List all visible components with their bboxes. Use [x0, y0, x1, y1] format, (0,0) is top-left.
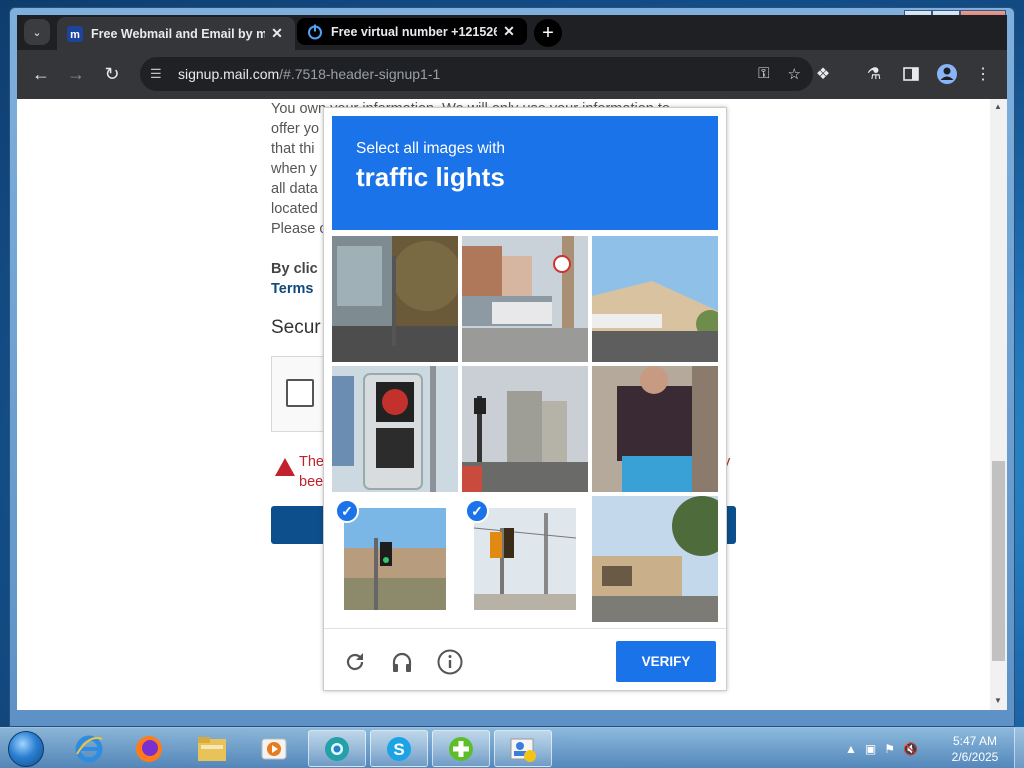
system-tray: ▲ ▣ ⚑ 🔇	[845, 728, 918, 768]
svg-text:m: m	[70, 29, 80, 41]
terms-link[interactable]: Terms	[271, 279, 318, 299]
scroll-thumb[interactable]	[992, 461, 1005, 661]
clock-time: 5:47 AM	[952, 734, 998, 748]
extensions-icon[interactable]: ❖	[812, 62, 834, 86]
url-host: signup.mail.com	[178, 66, 280, 82]
page-scrollbar[interactable]: ▲ ▼	[990, 99, 1007, 710]
side-panel-icon[interactable]	[900, 62, 922, 86]
action-center-flag-icon[interactable]: ⚑	[884, 742, 895, 756]
contacts-app-icon[interactable]	[494, 730, 552, 767]
tab-mail-com[interactable]: m Free Webmail and Email by mail.com ✕	[57, 17, 295, 50]
captcha-tile[interactable]	[462, 236, 588, 362]
tab-bar: ⌄ m Free Webmail and Email by mail.com ✕…	[17, 15, 1007, 50]
skype-icon[interactable]: S	[370, 730, 428, 767]
captcha-header: Select all images with traffic lights	[332, 116, 718, 230]
windows-taskbar: S ▲ ▣ ⚑ 🔇 5:47 AM 2/6/2025	[0, 727, 1024, 768]
captcha-checkbox[interactable]	[286, 379, 314, 407]
profile-avatar-icon[interactable]	[936, 62, 958, 86]
tab-virtual-number[interactable]: Free virtual number +1215268 ✕	[297, 18, 527, 45]
captcha-tile[interactable]	[592, 366, 718, 492]
captcha-tile[interactable]	[332, 236, 458, 362]
forward-icon[interactable]: →	[64, 62, 88, 86]
terms-notice-text: By clic	[271, 261, 318, 277]
tab-title: Free virtual number +1215268	[331, 24, 497, 39]
verify-button[interactable]: VERIFY	[616, 641, 716, 682]
site-info-icon[interactable]: ☰	[150, 66, 168, 82]
close-tab-icon[interactable]: ✕	[501, 23, 517, 40]
captcha-challenge: Select all images with traffic lights ✓ …	[323, 107, 727, 691]
checkmark-icon: ✓	[465, 499, 489, 523]
clock-date: 2/6/2025	[951, 750, 999, 764]
system-clock[interactable]: 5:47 AM 2/6/2025	[940, 733, 1010, 765]
reload-challenge-icon[interactable]	[342, 649, 368, 675]
windows-logo-icon	[8, 731, 44, 767]
tab-title: Free Webmail and Email by mail.com	[91, 26, 265, 41]
media-player-icon[interactable]	[245, 730, 303, 767]
captcha-tile[interactable]	[592, 496, 718, 622]
bookmark-star-icon[interactable]: ☆	[788, 65, 801, 83]
error-text: bee	[299, 474, 324, 490]
captcha-tile[interactable]	[462, 366, 588, 492]
close-tab-icon[interactable]: ✕	[269, 25, 285, 42]
show-desktop-button[interactable]	[1014, 728, 1024, 768]
url-path: /#.7518-header-signup1-1	[279, 66, 441, 82]
warning-icon	[275, 458, 295, 476]
security-heading: Secur	[271, 317, 321, 338]
power-icon	[307, 24, 323, 40]
captcha-tile-grid: ✓ ✓	[332, 236, 718, 622]
labs-flask-icon[interactable]: ⚗	[863, 62, 885, 86]
captcha-tile-selected[interactable]: ✓	[462, 496, 588, 622]
captcha-tile[interactable]	[592, 236, 718, 362]
scroll-up-arrow-icon[interactable]: ▲	[994, 102, 1002, 111]
captcha-tile[interactable]	[332, 366, 458, 492]
start-button[interactable]	[4, 729, 48, 768]
menu-kebab-icon[interactable]: ⋮	[972, 62, 994, 86]
password-key-icon[interactable]: ⚿	[758, 65, 769, 83]
captcha-target: traffic lights	[356, 162, 505, 192]
captcha-tile-selected[interactable]: ✓	[332, 496, 458, 622]
checkmark-icon: ✓	[335, 499, 359, 523]
scroll-down-arrow-icon[interactable]: ▼	[994, 696, 1002, 705]
browser-toolbar: ← → ↻ ☰ signup.mail.com/#.7518-header-si…	[17, 50, 1007, 99]
browser-chrome: ⌄ m Free Webmail and Email by mail.com ✕…	[17, 15, 1007, 99]
mail-com-logo-icon: m	[67, 25, 83, 42]
info-icon[interactable]	[437, 649, 463, 675]
error-text: The	[299, 454, 324, 470]
firefox-icon[interactable]	[120, 730, 178, 767]
back-icon[interactable]: ←	[29, 62, 53, 86]
audio-challenge-icon[interactable]	[389, 649, 415, 675]
show-hidden-icons-arrow-icon[interactable]: ▲	[845, 742, 857, 756]
captcha-instruction: Select all images with	[356, 140, 506, 157]
svg-text:S: S	[393, 740, 404, 759]
tab-search-button[interactable]: ⌄	[24, 19, 50, 45]
volume-muted-icon[interactable]: 🔇	[903, 742, 918, 756]
network-icon[interactable]: ▣	[865, 742, 876, 756]
reload-icon[interactable]: ↻	[100, 62, 124, 86]
add-app-icon[interactable]	[432, 730, 490, 767]
chrome-taskbar-item[interactable]	[308, 730, 366, 767]
file-explorer-icon[interactable]	[183, 730, 241, 767]
address-bar[interactable]: ☰ signup.mail.com/#.7518-header-signup1-…	[140, 57, 813, 91]
captcha-footer: VERIFY	[324, 628, 726, 690]
terms-notice: By clic Terms	[271, 259, 318, 299]
new-tab-button[interactable]: +	[534, 19, 562, 47]
internet-explorer-icon[interactable]	[60, 730, 118, 767]
